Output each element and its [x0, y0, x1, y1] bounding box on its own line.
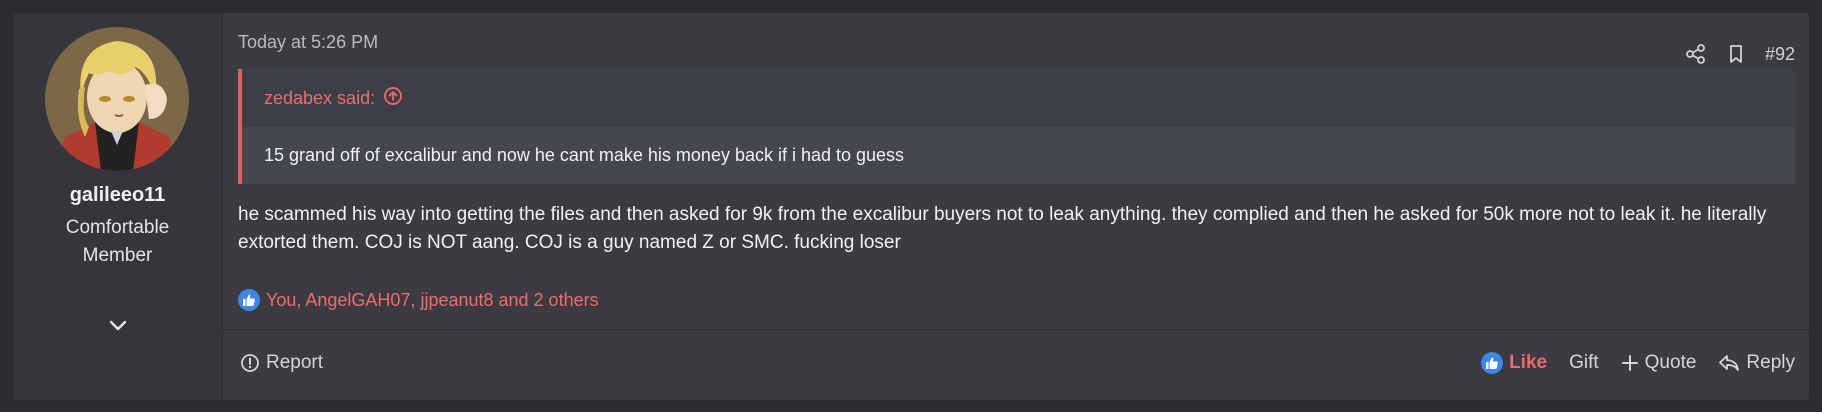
user-title: Comfortable Member — [65, 217, 170, 266]
quote-author[interactable]: zedabex said: — [264, 88, 375, 109]
reply-icon — [1719, 355, 1740, 371]
post-timestamp[interactable]: Today at 5:26 PM — [238, 32, 378, 53]
alert-circle-icon — [241, 354, 259, 372]
plus-icon — [1621, 355, 1638, 371]
reactions-list[interactable]: You, AngelGAH07, jjpeanut8 and 2 others — [266, 290, 599, 311]
reply-button[interactable]: Reply — [1718, 352, 1795, 374]
like-label: Like — [1509, 352, 1548, 373]
footer-actions: Like Gift Quote Reply — [1481, 352, 1795, 374]
like-button[interactable]: Like — [1481, 352, 1547, 374]
user-sidebar: galileeo11 Comfortable Member — [13, 13, 223, 400]
avatar[interactable] — [45, 27, 189, 171]
gift-label: Gift — [1569, 352, 1599, 373]
forum-post: galileeo11 Comfortable Member Today at 5… — [12, 12, 1810, 401]
report-label: Report — [266, 352, 324, 373]
bookmark-icon[interactable] — [1725, 43, 1747, 65]
post-main: Today at 5:26 PM #92 zedabex said: 15 gr… — [223, 13, 1809, 400]
post-message: he scammed his way into getting the file… — [238, 204, 1767, 253]
post-footer: Report Like Gift Quote Reply — [223, 330, 1809, 400]
quote-header: zedabex said: — [242, 69, 1795, 127]
chevron-down-icon[interactable] — [107, 314, 129, 336]
username[interactable]: galileeo11 — [13, 184, 222, 207]
share-icon[interactable] — [1685, 43, 1707, 65]
arrow-up-circle-icon[interactable] — [383, 86, 403, 111]
thumbs-up-icon — [1481, 352, 1504, 374]
post-number-link[interactable]: #92 — [1765, 44, 1795, 65]
quote-block: zedabex said: 15 grand off of excalibur … — [238, 69, 1795, 184]
post-top-actions: #92 — [1685, 43, 1795, 65]
report-button[interactable]: Report — [240, 352, 323, 374]
reply-label: Reply — [1746, 352, 1795, 373]
thumbs-up-icon — [238, 289, 260, 311]
quote-button[interactable]: Quote — [1621, 352, 1697, 374]
quote-label: Quote — [1644, 352, 1697, 373]
reactions-bar[interactable]: You, AngelGAH07, jjpeanut8 and 2 others — [238, 289, 599, 311]
quote-text: 15 grand off of excalibur and now he can… — [242, 127, 1795, 184]
gift-button[interactable]: Gift — [1569, 352, 1599, 374]
